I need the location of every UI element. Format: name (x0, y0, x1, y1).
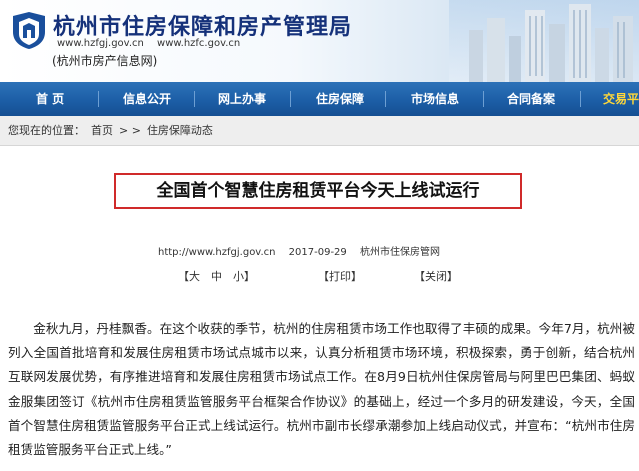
breadcrumb-home-link[interactable]: 首页 (91, 124, 113, 137)
nav-divider (385, 91, 386, 107)
article-source: 杭州市住保房管网 (359, 247, 440, 258)
bureau-logo-icon (9, 10, 49, 50)
breadcrumb-current-link[interactable]: 住房保障动态 (147, 124, 213, 137)
nav-divider (98, 91, 99, 107)
nav-item-housing-security[interactable]: 住房保障 (316, 82, 364, 116)
print-link[interactable]: 【打印】 (318, 268, 362, 284)
breadcrumb-prefix: 您现在的位置： (8, 124, 85, 137)
nav-divider (194, 91, 195, 107)
nav-item-info-disclosure[interactable]: 信息公开 (123, 82, 171, 116)
article-title-highlight: 全国首个智慧住房租赁平台今天上线试运行 (114, 173, 522, 209)
nav-item-market-info[interactable]: 市场信息 (411, 82, 459, 116)
article-source-url: http://www.hzfgj.gov.cn (158, 247, 276, 258)
article-tools: 【大 中 小】 【打印】 【关闭】 (178, 268, 458, 284)
site-header: 杭州市住房保障和房产管理局 www.hzfgj.gov.cn www.hzfc.… (0, 0, 639, 82)
city-skyline-image (449, 0, 639, 82)
breadcrumb-separator: > > (119, 124, 141, 137)
nav-item-trading-platform[interactable]: 交易平 (603, 82, 639, 116)
article-meta: http://www.hzfgj.gov.cn 2017-09-29 杭州市住保… (158, 243, 440, 258)
nav-divider (580, 91, 581, 107)
article-date: 2017-09-29 (288, 247, 347, 258)
site-subname: (杭州市房产信息网) (52, 54, 158, 68)
nav-divider (290, 91, 291, 107)
font-size-switcher[interactable]: 【大 中 小】 (178, 268, 255, 284)
site-url-secondary[interactable]: www.hzfc.gov.cn (157, 38, 240, 49)
site-url-primary[interactable]: www.hzfgj.gov.cn (57, 38, 144, 49)
article-body: 金秋九月，丹桂飘香。在这个收获的季节，杭州的住房租赁市场工作也取得了丰硕的成果。… (8, 321, 635, 458)
site-urls: www.hzfgj.gov.cn www.hzfc.gov.cn (57, 38, 240, 49)
article-title: 全国首个智慧住房租赁平台今天上线试运行 (156, 181, 480, 201)
close-link[interactable]: 【关闭】 (414, 268, 458, 284)
nav-item-home[interactable]: 首 页 (36, 82, 64, 116)
nav-item-online-services[interactable]: 网上办事 (218, 82, 266, 116)
breadcrumb: 您现在的位置： 首页 > > 住房保障动态 (8, 116, 219, 146)
main-nav: 首 页 信息公开 网上办事 住房保障 市场信息 合同备案 交易平 (0, 82, 639, 116)
site-title: 杭州市住房保障和房产管理局 (53, 15, 353, 40)
breadcrumb-bar: 您现在的位置： 首页 > > 住房保障动态 (0, 116, 639, 146)
nav-divider (483, 91, 484, 107)
nav-item-contract-filing[interactable]: 合同备案 (507, 82, 555, 116)
